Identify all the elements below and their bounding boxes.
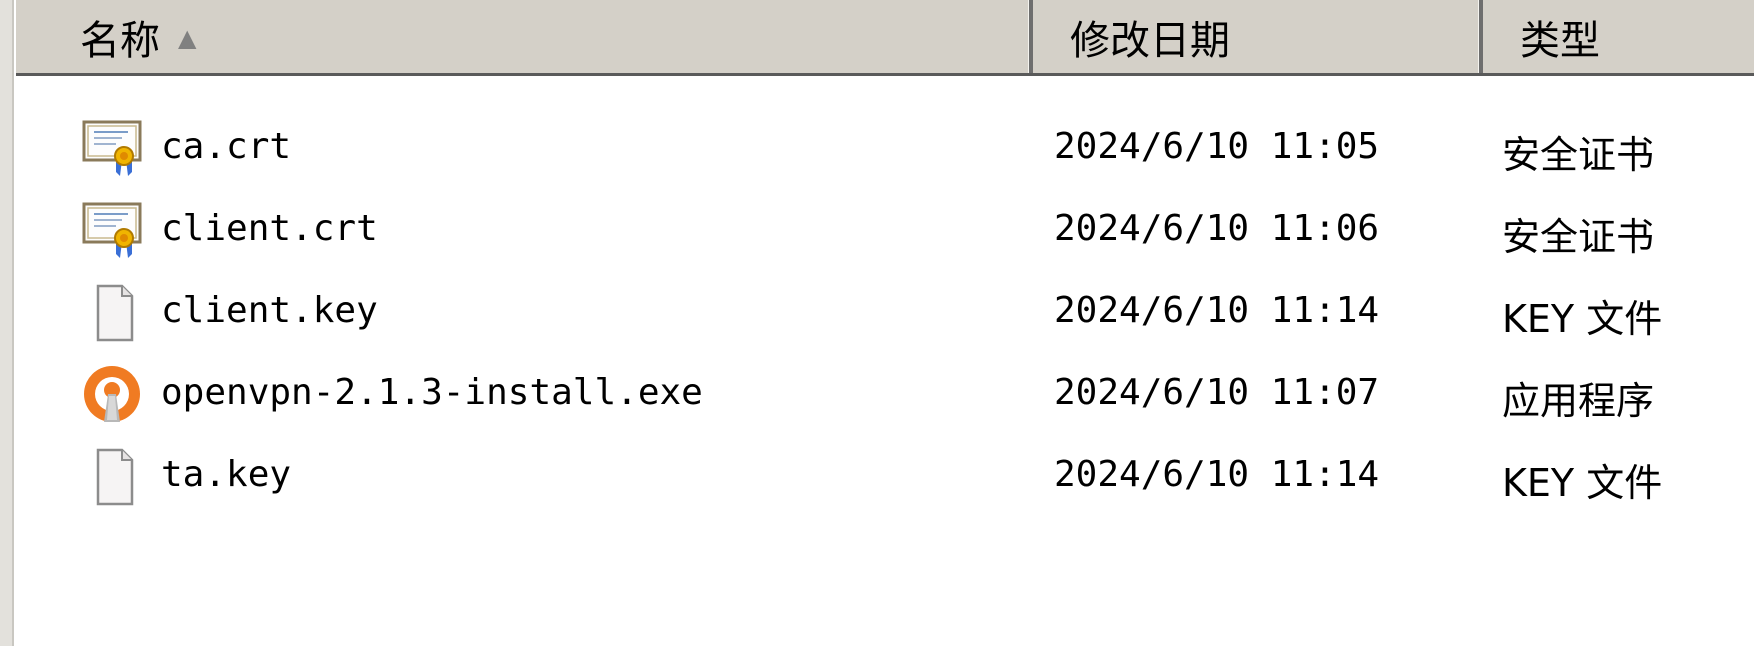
sort-ascending-icon: ▲ (178, 23, 197, 52)
file-row[interactable]: ca.crt 2024/6/10 11:05 安全证书 (16, 104, 1754, 186)
file-type: 应用程序 (1502, 379, 1655, 423)
file-type: KEY 文件 (1502, 461, 1663, 505)
column-header-type[interactable]: 类型 (1482, 0, 1754, 73)
file-date: 2024/6/10 11:14 (1054, 290, 1380, 331)
file-name: client.crt (161, 208, 378, 249)
column-header-date-label: 修改日期 (1070, 17, 1230, 64)
certificate-icon (82, 120, 142, 176)
file-date: 2024/6/10 11:05 (1054, 126, 1380, 167)
file-row[interactable]: client.crt 2024/6/10 11:06 安全证书 (16, 186, 1754, 268)
file-type: 安全证书 (1502, 133, 1655, 177)
file-date: 2024/6/10 11:14 (1054, 454, 1380, 495)
file-type: KEY 文件 (1502, 297, 1663, 341)
file-row[interactable]: openvpn-2.1.3-install.exe 2024/6/10 11:0… (16, 350, 1754, 432)
window-left-frame (0, 0, 14, 646)
openvpn-icon (84, 366, 140, 422)
column-header-date[interactable]: 修改日期 (1032, 0, 1478, 73)
column-header-bar: 名称 ▲ 修改日期 类型 (16, 0, 1754, 76)
file-name: openvpn-2.1.3-install.exe (161, 372, 703, 413)
file-list: ca.crt 2024/6/10 11:05 安全证书 client.crt 2… (16, 104, 1754, 514)
column-header-name[interactable]: 名称 ▲ (16, 0, 1028, 73)
file-row[interactable]: client.key 2024/6/10 11:14 KEY 文件 (16, 268, 1754, 350)
column-header-type-label: 类型 (1520, 17, 1600, 64)
blank-file-icon (96, 448, 134, 506)
file-name: ta.key (161, 454, 292, 495)
file-name: client.key (161, 290, 378, 331)
file-date: 2024/6/10 11:07 (1054, 372, 1380, 413)
certificate-icon (82, 202, 142, 258)
blank-file-icon (96, 284, 134, 342)
file-name: ca.crt (161, 126, 292, 167)
column-header-name-label: 名称 (80, 17, 160, 64)
file-row[interactable]: ta.key 2024/6/10 11:14 KEY 文件 (16, 432, 1754, 514)
file-type: 安全证书 (1502, 215, 1655, 259)
file-date: 2024/6/10 11:06 (1054, 208, 1380, 249)
